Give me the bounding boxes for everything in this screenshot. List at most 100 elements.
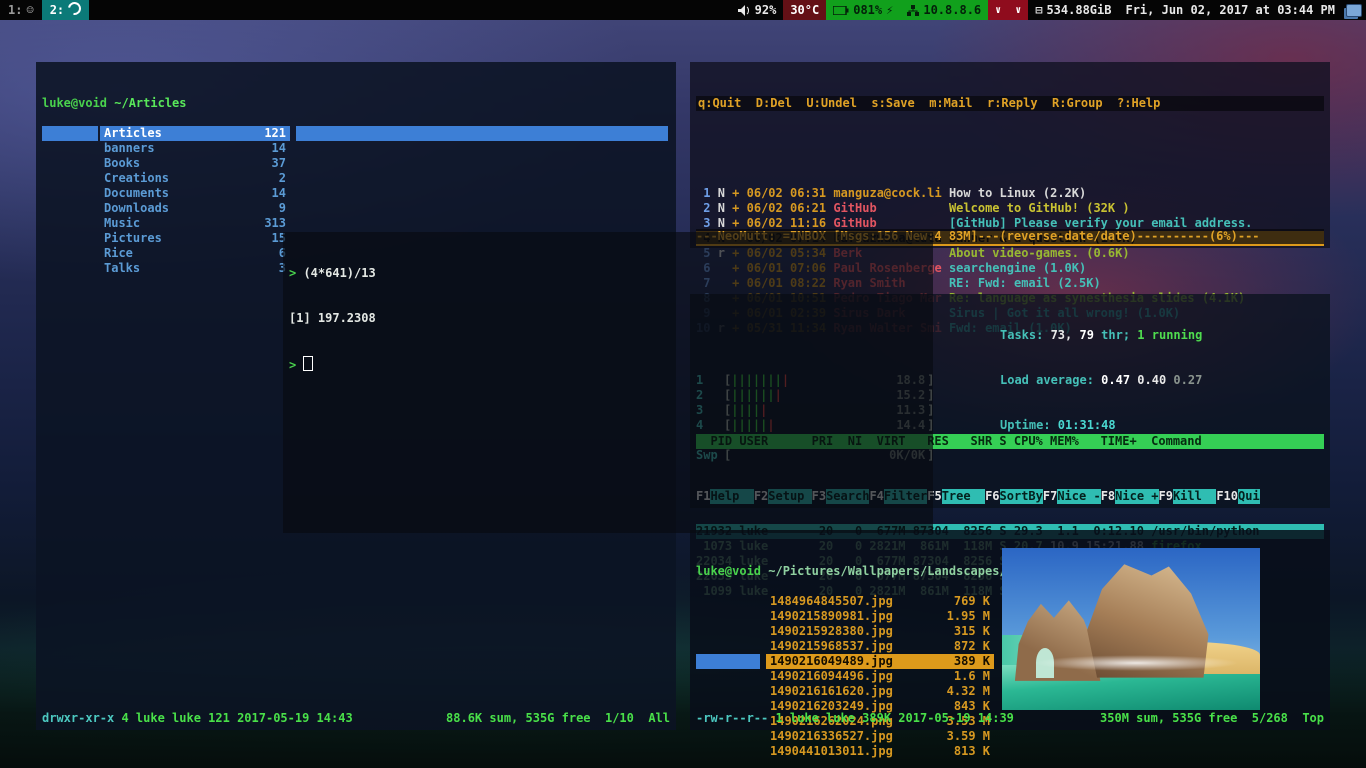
r-prompt-line[interactable]: > <box>289 356 927 373</box>
parent-dir-item[interactable] <box>696 744 760 759</box>
dir-summary: 88.6K sum, 535G free 1/10 All <box>446 711 670 726</box>
file-item[interactable] <box>296 696 668 711</box>
speaker-icon <box>738 5 751 16</box>
parent-dir-item[interactable] <box>696 669 760 684</box>
directory-item[interactable]: Creations 2 <box>100 171 290 186</box>
file-item[interactable] <box>296 126 668 141</box>
file-item[interactable] <box>296 621 668 636</box>
directory-name: Music <box>104 216 140 231</box>
r-output-line: [1] 197.2308 <box>289 311 927 326</box>
file-column: 1484964845507.jpg 769 K 1490215890981.jp… <box>766 549 994 759</box>
r-terminal-overlay[interactable]: > (4*641)/13 [1] 197.2308 > <box>283 232 933 533</box>
image-file-item[interactable]: 1490216161620.jpg 4.32 M <box>766 684 994 699</box>
function-key-button[interactable]: F10Qui <box>1216 489 1259 504</box>
workspace-label: 1: <box>8 3 22 18</box>
workspace-button[interactable]: 2: <box>42 0 89 20</box>
systray-network-icon[interactable] <box>1346 4 1362 17</box>
file-item[interactable] <box>296 171 668 186</box>
function-key-button[interactable]: F8Nice + <box>1101 489 1159 504</box>
file-item[interactable] <box>296 186 668 201</box>
directory-item[interactable]: banners 14 <box>100 141 290 156</box>
function-key-button[interactable]: F9Kill <box>1159 489 1217 504</box>
file-item[interactable] <box>296 726 668 741</box>
parent-dir-item[interactable] <box>696 624 760 639</box>
charging-bolt-icon: ⚡ <box>886 3 893 18</box>
file-name: 1490216336527.jpg <box>770 729 893 744</box>
function-key-button[interactable]: F6SortBy <box>985 489 1043 504</box>
image-file-item[interactable]: 1490215890981.jpg 1.95 M <box>766 609 994 624</box>
image-preview <box>1002 548 1260 710</box>
mail-number: 1 <box>696 186 710 200</box>
mail-row[interactable]: 2 N + 06/02 06:21 GitHub Welcome to GitH… <box>696 201 1324 216</box>
image-file-item[interactable]: 1490216094496.jpg 1.6 M <box>766 669 994 684</box>
r-expression: (4*641)/13 <box>303 266 375 280</box>
mail-number: 2 <box>696 201 710 215</box>
file-size: 389 K <box>954 654 990 669</box>
parent-dir-item[interactable] <box>696 684 760 699</box>
file-meta: 1 luke luke 389K 2017-05-19 14:39 <box>768 711 1014 725</box>
ip-address: 10.8.8.6 <box>923 3 981 18</box>
directory-item[interactable]: Articles 121 <box>100 126 290 141</box>
file-item[interactable] <box>296 636 668 651</box>
parent-column <box>696 549 760 759</box>
volume-value: 92% <box>755 3 777 18</box>
function-key-button[interactable]: F7Nice - <box>1043 489 1101 504</box>
file-item[interactable] <box>296 156 668 171</box>
directory-item[interactable]: Pictures 15 <box>100 231 290 246</box>
image-file-item[interactable]: 1490215928380.jpg 315 K <box>766 624 994 639</box>
file-name: 1484964845507.jpg <box>770 594 893 609</box>
file-item[interactable] <box>296 201 668 216</box>
image-file-item[interactable]: 1490216336527.jpg 3.59 M <box>766 729 994 744</box>
battery-value: 081% <box>853 3 882 18</box>
image-file-item[interactable]: 1490441013011.jpg 813 K <box>766 744 994 759</box>
network-segment: 10.8.8.6 <box>900 0 988 20</box>
chevron-down-icon: ∨ <box>995 3 1001 18</box>
file-item[interactable] <box>296 216 668 231</box>
directory-item[interactable]: Books 37 <box>100 156 290 171</box>
temperature-segment: 30°C <box>783 0 826 20</box>
workspace-button[interactable]: 1: ☺ <box>0 0 42 20</box>
file-size: 769 K <box>954 594 990 609</box>
directory-item[interactable]: Rice 6 <box>100 246 290 261</box>
mail-row[interactable]: 1 N + 06/02 06:31 manguza@cock.li How to… <box>696 186 1324 201</box>
image-file-item[interactable]: 1490215968537.jpg 872 K <box>766 639 994 654</box>
file-item[interactable] <box>296 591 668 606</box>
function-key-button[interactable]: F5Tree <box>927 489 985 504</box>
mail-subject: Welcome to GitHub! (32K ) <box>949 201 1130 215</box>
directory-name: Books <box>104 156 140 171</box>
file-item[interactable] <box>296 531 668 546</box>
file-item[interactable] <box>296 546 668 561</box>
parent-dir-item[interactable] <box>42 141 98 156</box>
file-item[interactable] <box>296 576 668 591</box>
file-item[interactable] <box>296 651 668 666</box>
file-item[interactable] <box>296 141 668 156</box>
parent-dir-item[interactable] <box>696 654 760 669</box>
file-permissions: drwxr-xr-x <box>42 711 114 725</box>
directory-item[interactable]: Downloads 9 <box>100 201 290 216</box>
file-item[interactable] <box>296 666 668 681</box>
image-file-item[interactable]: 1490216049489.jpg 389 K <box>766 654 994 669</box>
directory-count: 14 <box>272 186 286 201</box>
r-input-line: > (4*641)/13 <box>289 266 927 281</box>
parent-dir-item[interactable] <box>696 594 760 609</box>
file-item[interactable] <box>296 606 668 621</box>
directory-item[interactable]: Music 313 <box>100 216 290 231</box>
directory-item[interactable]: Documents 14 <box>100 186 290 201</box>
image-file-item[interactable]: 1484964845507.jpg 769 K <box>766 594 994 609</box>
parent-dir-item[interactable] <box>42 126 98 141</box>
directory-item[interactable]: Talks 3 <box>100 261 290 276</box>
workspace-list: 1: ☺ 2: <box>0 0 89 20</box>
parent-dir-item[interactable] <box>696 639 760 654</box>
file-item[interactable] <box>296 561 668 576</box>
file-name: 1490215928380.jpg <box>770 624 893 639</box>
file-name: 1490441013011.jpg <box>770 744 893 759</box>
file-size: 1.95 M <box>947 609 990 624</box>
directory-name: Rice <box>104 246 133 261</box>
parent-dir-item[interactable] <box>696 609 760 624</box>
mail-sender: manguza@cock.li <box>833 186 941 200</box>
file-item[interactable] <box>296 741 668 756</box>
mail-subject: How to Linux (2.2K) <box>949 186 1086 200</box>
volume-segment: 92% <box>731 0 784 20</box>
file-item[interactable] <box>296 681 668 696</box>
parent-dir-item[interactable] <box>696 729 760 744</box>
